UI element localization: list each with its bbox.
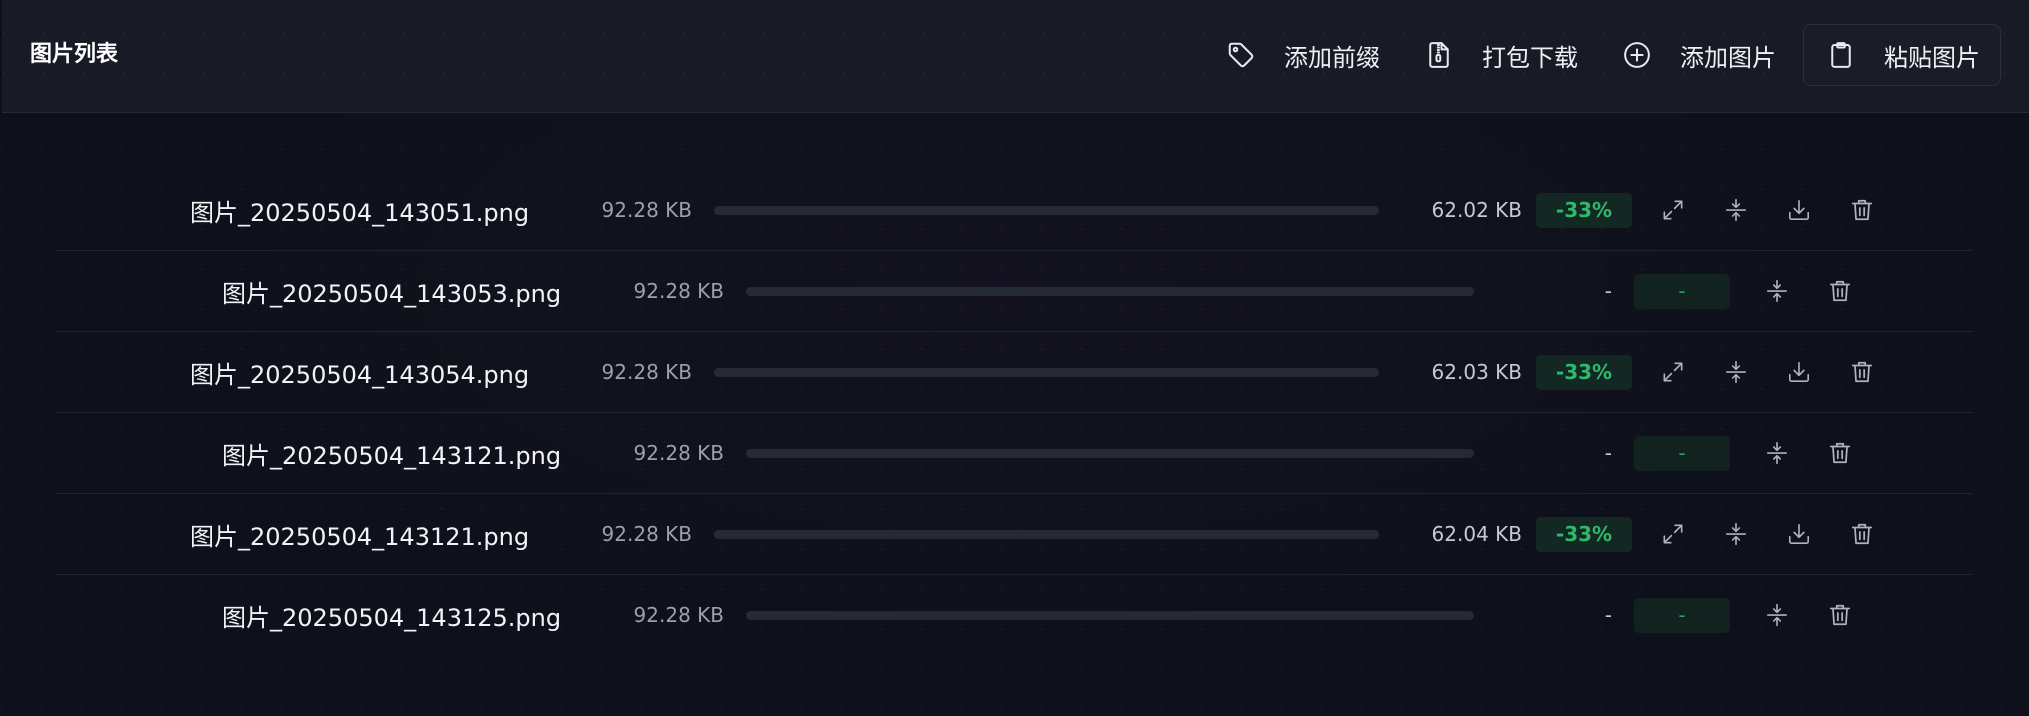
compression-ratio-badge: -33% <box>1536 516 1632 552</box>
add-prefix-button[interactable]: 添加前缀 <box>1203 24 1401 86</box>
add-image-button[interactable]: 添加图片 <box>1599 24 1797 86</box>
progress-bar <box>746 286 1474 296</box>
original-size: 92.28 KB <box>633 441 724 465</box>
progress-bar <box>714 367 1379 377</box>
paste-image-button[interactable]: 粘贴图片 <box>1803 24 2001 86</box>
row-actions <box>1760 274 1886 308</box>
file-name: 图片_20250504_143054.png <box>190 360 530 389</box>
list-item: 图片_20250504_143125.png 92.28 KB - - <box>56 575 1973 656</box>
trash-icon[interactable] <box>1845 355 1879 389</box>
compression-ratio-badge: -33% <box>1536 354 1632 390</box>
progress-bar <box>714 205 1379 215</box>
compressed-size: 62.04 KB <box>1431 522 1522 546</box>
trash-icon[interactable] <box>1823 274 1857 308</box>
file-name: 图片_20250504_143051.png <box>190 198 530 227</box>
file-name: 图片_20250504_143053.png <box>222 279 562 308</box>
list-item: 图片_20250504_143054.png 92.28 KB 62.03 KB… <box>56 332 1973 413</box>
compress-icon[interactable] <box>1760 274 1794 308</box>
compress-icon[interactable] <box>1719 517 1753 551</box>
progress-bar <box>714 529 1379 539</box>
tag-icon <box>1226 40 1256 70</box>
download-icon[interactable] <box>1782 193 1816 227</box>
list-item: 图片_20250504_143121.png 92.28 KB 62.04 KB… <box>56 494 1973 575</box>
compressed-size: - <box>1604 279 1612 303</box>
original-size: 92.28 KB <box>633 603 724 627</box>
download-zip-label: 打包下载 <box>1482 43 1578 72</box>
zip-file-icon <box>1424 40 1454 70</box>
file-name: 图片_20250504_143121.png <box>222 441 562 470</box>
row-actions <box>1760 598 1886 632</box>
compress-icon[interactable] <box>1719 193 1753 227</box>
plus-circle-icon <box>1622 40 1652 70</box>
download-icon[interactable] <box>1782 355 1816 389</box>
trash-icon[interactable] <box>1823 598 1857 632</box>
image-list: 图片_20250504_143051.png 92.28 KB 62.02 KB… <box>56 170 1973 656</box>
list-item: 图片_20250504_143121.png 92.28 KB - - <box>56 413 1973 494</box>
header-bar: 图片列表 添加前缀 打包下载 添加图片 粘贴图片 <box>2 0 2029 113</box>
clipboard-icon <box>1826 40 1856 70</box>
expand-icon[interactable] <box>1656 517 1690 551</box>
row-actions <box>1656 355 1908 389</box>
compress-icon[interactable] <box>1719 355 1753 389</box>
download-icon[interactable] <box>1782 517 1816 551</box>
row-actions <box>1656 517 1908 551</box>
progress-bar <box>746 448 1474 458</box>
expand-icon[interactable] <box>1656 193 1690 227</box>
compress-icon[interactable] <box>1760 436 1794 470</box>
compressed-size: 62.02 KB <box>1431 198 1522 222</box>
page-title: 图片列表 <box>30 42 119 67</box>
file-name: 图片_20250504_143125.png <box>222 603 562 632</box>
row-actions <box>1656 193 1908 227</box>
compressed-size: 62.03 KB <box>1431 360 1522 384</box>
original-size: 92.28 KB <box>601 522 692 546</box>
compress-icon[interactable] <box>1760 598 1794 632</box>
row-actions <box>1760 436 1886 470</box>
list-item: 图片_20250504_143051.png 92.28 KB 62.02 KB… <box>56 170 1973 251</box>
trash-icon[interactable] <box>1823 436 1857 470</box>
compression-ratio-badge: - <box>1634 597 1730 633</box>
compression-ratio-badge: - <box>1634 435 1730 471</box>
compression-ratio-badge: - <box>1634 273 1730 309</box>
compression-ratio-badge: -33% <box>1536 192 1632 228</box>
progress-bar <box>746 610 1474 620</box>
download-zip-button[interactable]: 打包下载 <box>1401 24 1599 86</box>
paste-image-label: 粘贴图片 <box>1884 43 1980 72</box>
compressed-size: - <box>1604 441 1612 465</box>
file-name: 图片_20250504_143121.png <box>190 522 530 551</box>
add-prefix-label: 添加前缀 <box>1284 43 1380 72</box>
list-item: 图片_20250504_143053.png 92.28 KB - - <box>56 251 1973 332</box>
trash-icon[interactable] <box>1845 517 1879 551</box>
toolbar: 添加前缀 打包下载 添加图片 粘贴图片 <box>1203 23 2001 87</box>
original-size: 92.28 KB <box>601 198 692 222</box>
add-image-label: 添加图片 <box>1680 43 1776 72</box>
compressed-size: - <box>1604 603 1612 627</box>
original-size: 92.28 KB <box>601 360 692 384</box>
app-window: 图片列表 添加前缀 打包下载 添加图片 粘贴图片 图片_20250504_143… <box>0 0 2029 716</box>
trash-icon[interactable] <box>1845 193 1879 227</box>
expand-icon[interactable] <box>1656 355 1690 389</box>
original-size: 92.28 KB <box>633 279 724 303</box>
